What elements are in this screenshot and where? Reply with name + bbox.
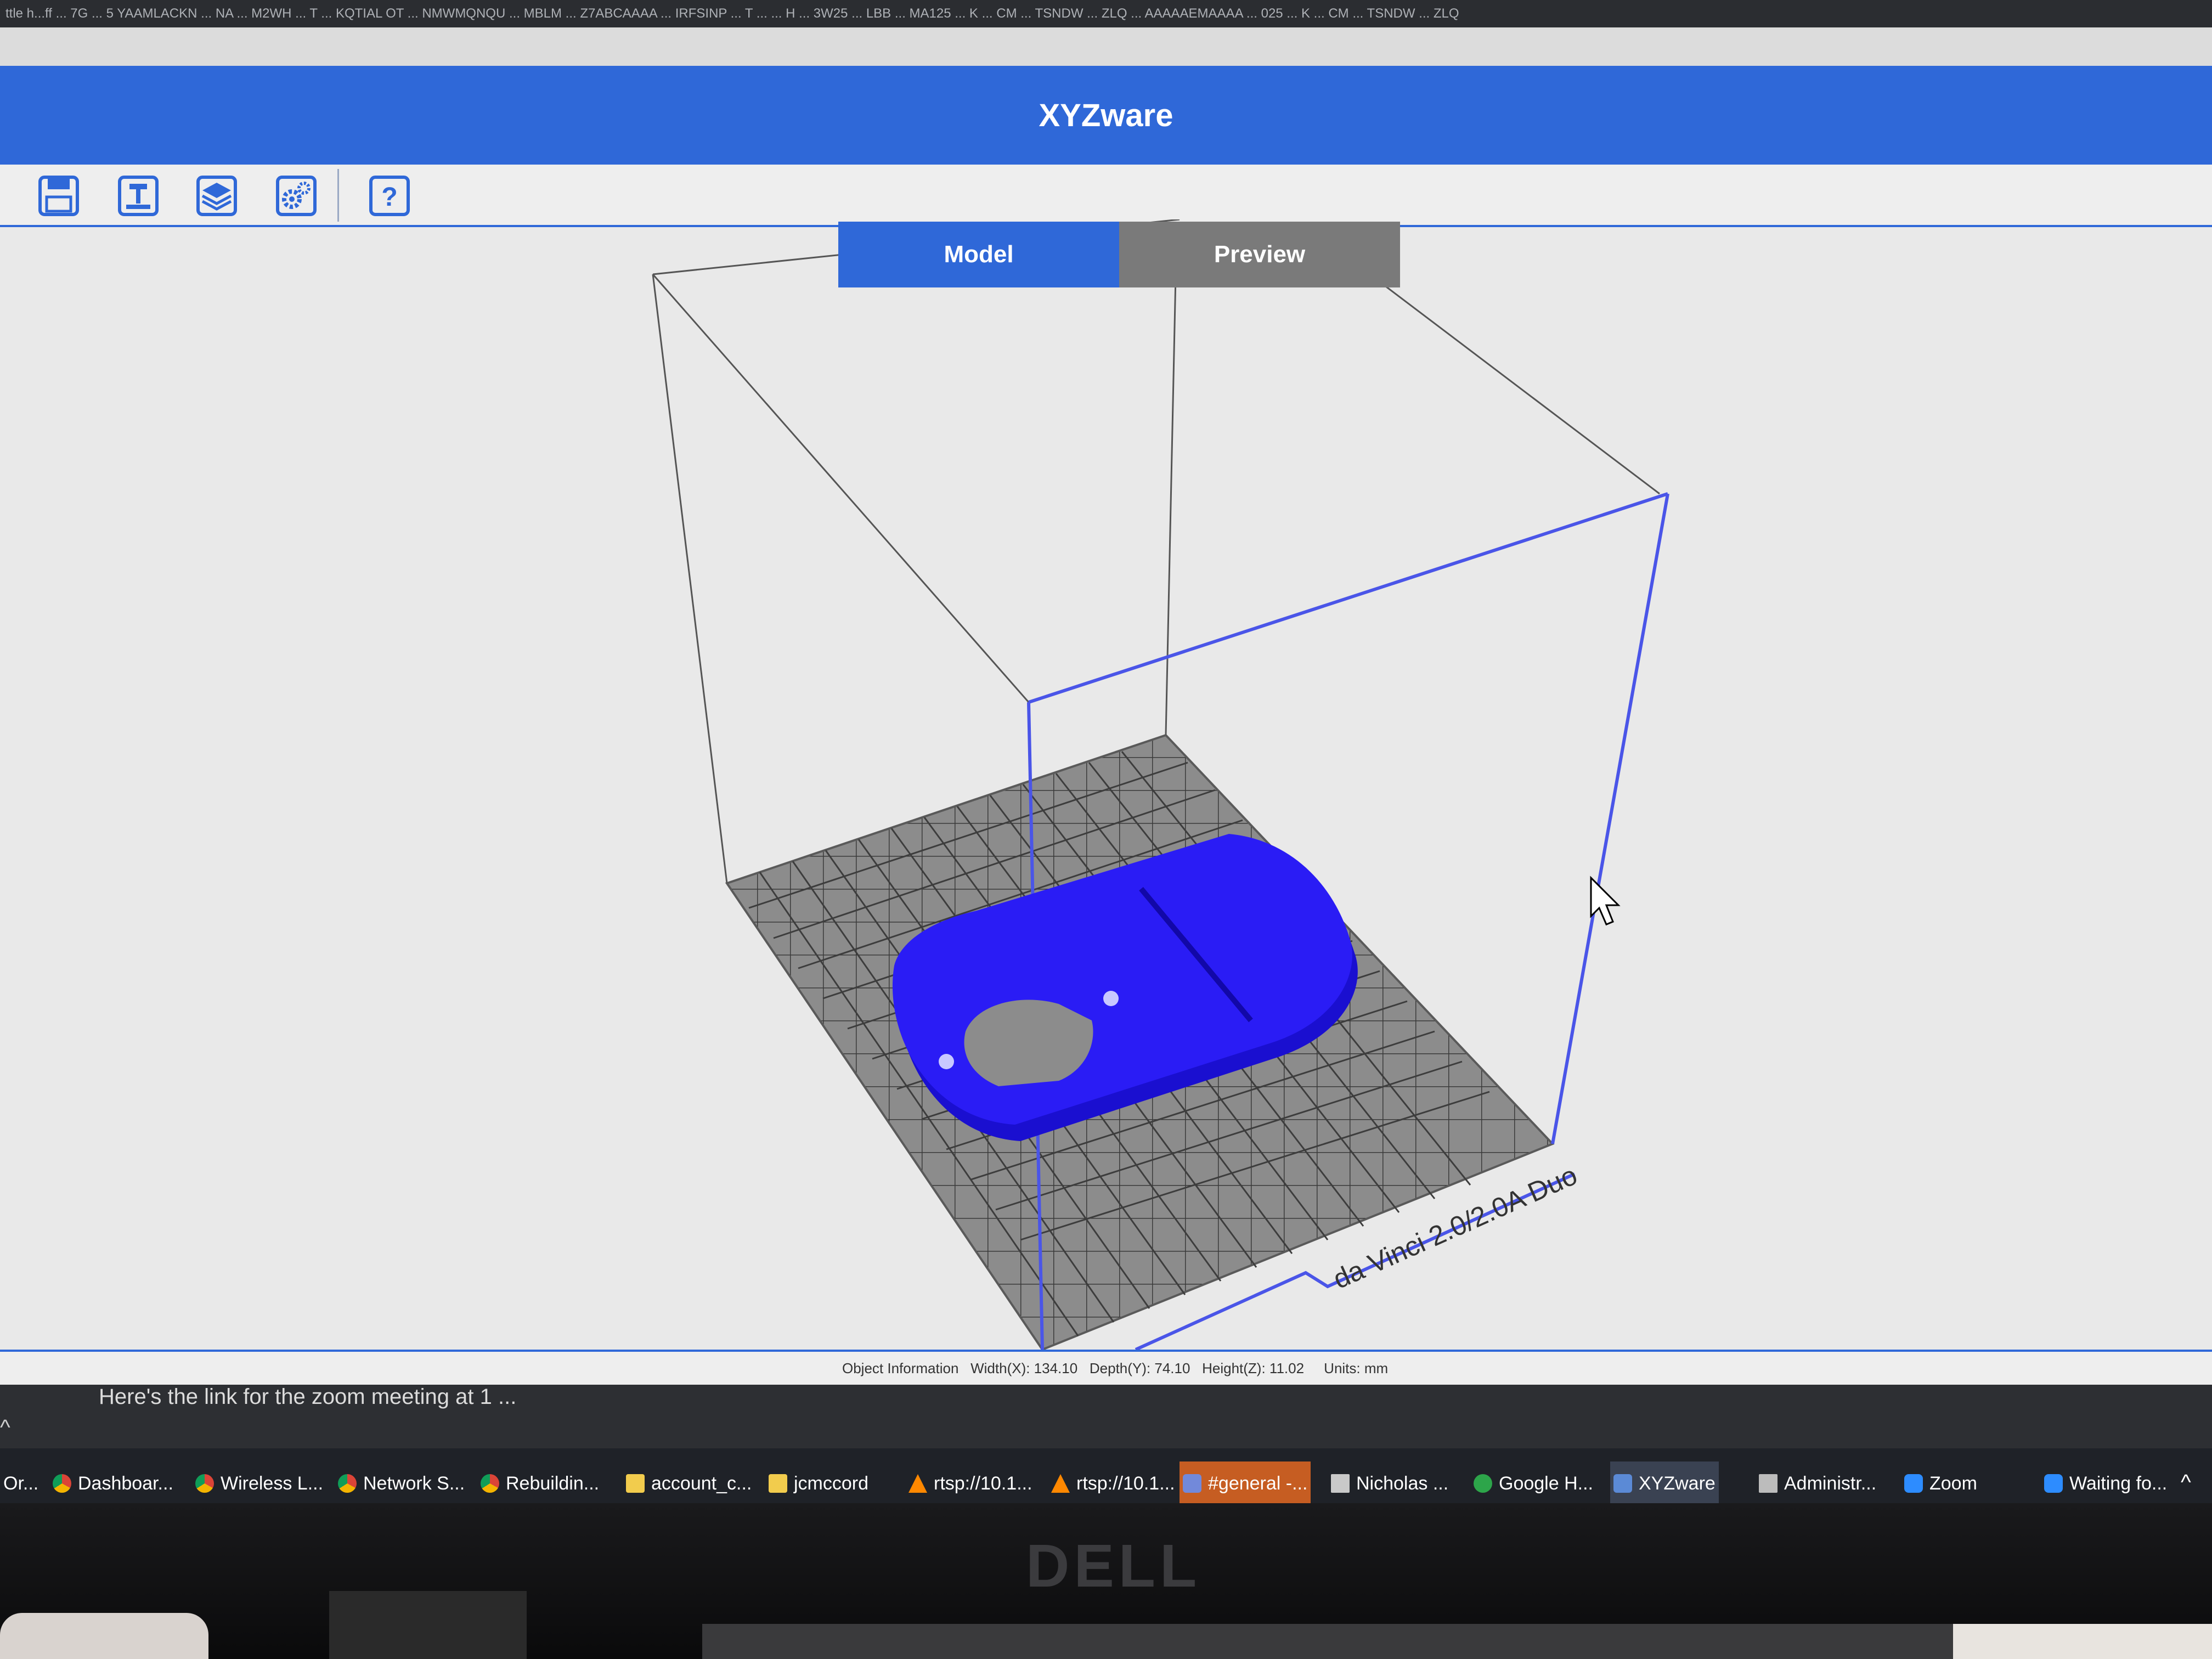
print-button[interactable] [114,171,163,221]
taskbar-item[interactable]: Zoom [1901,1462,1980,1508]
folder-icon [769,1474,787,1493]
taskbar-item[interactable]: Rebuildin... [477,1462,603,1508]
taskbar-item[interactable]: Administr... [1756,1462,1880,1508]
app-title-bar: XYZware [0,66,2212,165]
photo-of-monitor: ttle h...ff ... 7G ... 5 YAAMLACKN ... N… [0,0,2212,1659]
mouse-cursor [1590,876,1621,926]
toolbar-separator [337,169,339,222]
folder-icon [626,1474,645,1493]
taskbar-item[interactable]: Dashboar... [49,1462,177,1508]
svg-text:?: ? [381,183,397,212]
slice-layers-button[interactable] [192,171,241,221]
taskbar-item-label: Or... [3,1472,39,1494]
3d-viewport[interactable]: da Vinci 2.0/2.0A Duo [0,219,2212,1355]
taskbar-item[interactable]: Network S... [335,1462,469,1508]
taskbar-item-label: Rebuildin... [506,1472,600,1494]
print-icon [118,176,159,216]
taskbar-item[interactable]: #general -... [1180,1462,1311,1508]
hangouts-icon [1474,1474,1492,1493]
app-title: XYZware [1039,97,1173,133]
chevron-up-icon[interactable]: ^ [2181,1470,2191,1495]
notification-text[interactable]: Here's the link for the zoom meeting at … [99,1385,516,1409]
object-depth: Depth(Y): 74.10 [1089,1360,1190,1376]
vlc-icon [1051,1474,1070,1493]
taskbar-item-label: XYZware [1639,1472,1716,1494]
tab-model-label: Model [944,241,1014,268]
taskbar-item[interactable]: XYZware [1610,1462,1719,1508]
taskbar-item-label: Dashboar... [78,1472,173,1494]
desk-object [329,1591,527,1659]
taskbar-item[interactable]: Or... [0,1462,42,1508]
notification-area: Here's the link for the zoom meeting at … [0,1385,2212,1451]
taskbar-item[interactable]: account_c... [623,1462,755,1508]
taskbar-item-label: Nicholas ... [1356,1472,1449,1494]
status-bar: Object Information Width(X): 134.10 Dept… [0,1350,2212,1385]
settings-icon [276,176,317,216]
taskbar-item-label: rtsp://10.1... [934,1472,1032,1494]
tab-preview[interactable]: Preview [1119,222,1400,287]
help-button[interactable]: ? [365,171,414,221]
object-width: Width(X): 134.10 [970,1360,1078,1376]
chrome-icon [53,1474,71,1493]
browser-tab-strip: ttle h...ff ... 7G ... 5 YAAMLACKN ... N… [0,0,2212,27]
desk-object [0,1613,208,1659]
chrome-icon [481,1474,499,1493]
desk-object [1953,1624,2212,1659]
object-info-label: Object Information [842,1360,959,1376]
object-height: Height(Z): 11.02 [1202,1360,1305,1376]
desk-object [702,1624,2074,1659]
dell-logo: DELL [1026,1532,1201,1600]
object-units: Units: mm [1324,1360,1389,1376]
zoom-icon [2044,1474,2063,1493]
taskbar-item[interactable]: Google H... [1470,1462,1596,1508]
toolbar: ? [0,165,2212,227]
monitor-screen: ttle h...ff ... 7G ... 5 YAAMLACKN ... N… [0,0,2212,1514]
xyzware-icon [1613,1474,1632,1493]
taskbar-item-label: #general -... [1208,1472,1308,1494]
save-icon [38,176,79,216]
save-button[interactable] [34,171,83,221]
taskbar-item[interactable]: jcmccord [765,1462,872,1508]
vlc-icon [909,1474,927,1493]
taskbar-item-label: Administr... [1784,1472,1877,1494]
tab-preview-label: Preview [1214,241,1306,268]
taskbar-item[interactable]: Waiting fo... [2041,1462,2171,1508]
taskbar-item-label: Wireless L... [221,1472,324,1494]
taskbar-item-label: Waiting fo... [2069,1472,2168,1494]
taskbar-item-label: jcmccord [794,1472,869,1494]
taskbar-item[interactable]: rtsp://10.1... [905,1462,1036,1508]
taskbar-item-label: rtsp://10.1... [1076,1472,1175,1494]
object-info: Object Information Width(X): 134.10 Dept… [842,1352,1388,1385]
taskbar-item[interactable]: Wireless L... [192,1462,327,1508]
terminal-icon [1759,1474,1778,1493]
zoom-icon [1904,1474,1923,1493]
discord-icon [1183,1474,1201,1493]
tab-model[interactable]: Model [838,222,1119,287]
settings-button[interactable] [272,171,321,221]
taskbar-item-label: Google H... [1499,1472,1593,1494]
taskbar-item[interactable]: rtsp://10.1... [1048,1462,1178,1508]
layers-icon [196,176,237,216]
taskbar-item[interactable]: Nicholas ... [1328,1462,1452,1508]
document-icon [1331,1474,1350,1493]
chrome-icon [338,1474,357,1493]
help-icon: ? [369,176,410,216]
taskbar-item-label: Zoom [1929,1472,1977,1494]
chrome-icon [195,1474,214,1493]
taskbar-item-label: account_c... [651,1472,752,1494]
taskbar-item-label: Network S... [363,1472,465,1494]
chevron-up-icon[interactable]: ^ [0,1415,10,1440]
